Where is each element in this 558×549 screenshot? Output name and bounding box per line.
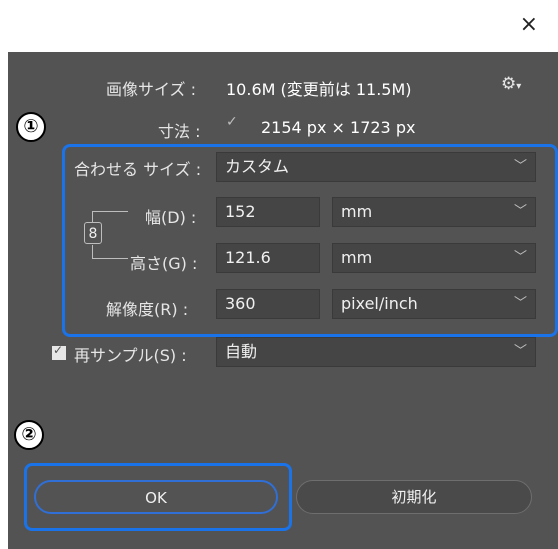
dimensions-chevron-icon[interactable]: ✓ [226,114,238,130]
height-value: 121.6 [225,248,271,267]
ok-button[interactable]: OK [34,480,278,514]
resolution-value: 360 [225,294,256,313]
dimensions-value: 2154 px × 1723 px [261,118,416,137]
resample-value: 自動 [225,342,258,361]
close-icon[interactable]: × [520,12,538,38]
fit-to-value: カスタム [225,157,290,176]
image-size-label: 画像サイズ : [106,80,196,99]
width-input[interactable]: 152 [216,197,320,227]
width-unit-select[interactable]: mm ﹀ [332,197,536,227]
width-value: 152 [225,202,256,221]
title-bar: × [0,0,558,52]
height-label: 高さ(G) : [130,254,198,273]
resolution-label: 解像度(R) : [106,300,189,319]
checkmark-icon: ✓ [53,343,64,357]
image-size-value: 10.6M (変更前は 11.5M) [226,80,412,99]
resolution-input[interactable]: 360 [216,289,320,319]
height-unit-value: mm [341,248,373,267]
resample-select[interactable]: 自動 ﹀ [216,337,536,367]
resample-checkbox[interactable]: ✓ [52,343,66,360]
resolution-unit-select[interactable]: pixel/inch ﹀ [332,289,536,319]
chevron-down-icon: ﹀ [513,296,527,311]
resample-label: 再サンプル(S) : [74,346,187,365]
height-unit-select[interactable]: mm ﹀ [332,243,536,273]
image-size-dialog: 画像サイズ : 10.6M (変更前は 11.5M) ⚙▾ 寸法 : ✓ 215… [8,52,558,549]
fit-to-label: 合わせる サイズ : [74,160,202,179]
width-unit-value: mm [341,202,373,221]
height-input[interactable]: 121.6 [216,243,320,273]
resolution-unit-value: pixel/inch [341,294,418,313]
chevron-down-icon: ﹀ [513,204,527,219]
width-label: 幅(D) : [145,208,197,227]
chevron-down-icon: ﹀ [513,159,527,174]
reset-button[interactable]: 初期化 [296,480,532,514]
link-icon[interactable]: 8 [84,222,102,244]
callout-2: ② [14,420,44,450]
chevron-down-icon: ﹀ [513,250,527,265]
fit-to-select[interactable]: カスタム ﹀ [216,152,536,182]
dimensions-label: 寸法 : [158,122,201,141]
gear-icon[interactable]: ⚙▾ [501,74,521,94]
callout-1: ① [16,112,46,142]
chevron-down-icon: ﹀ [513,344,527,359]
